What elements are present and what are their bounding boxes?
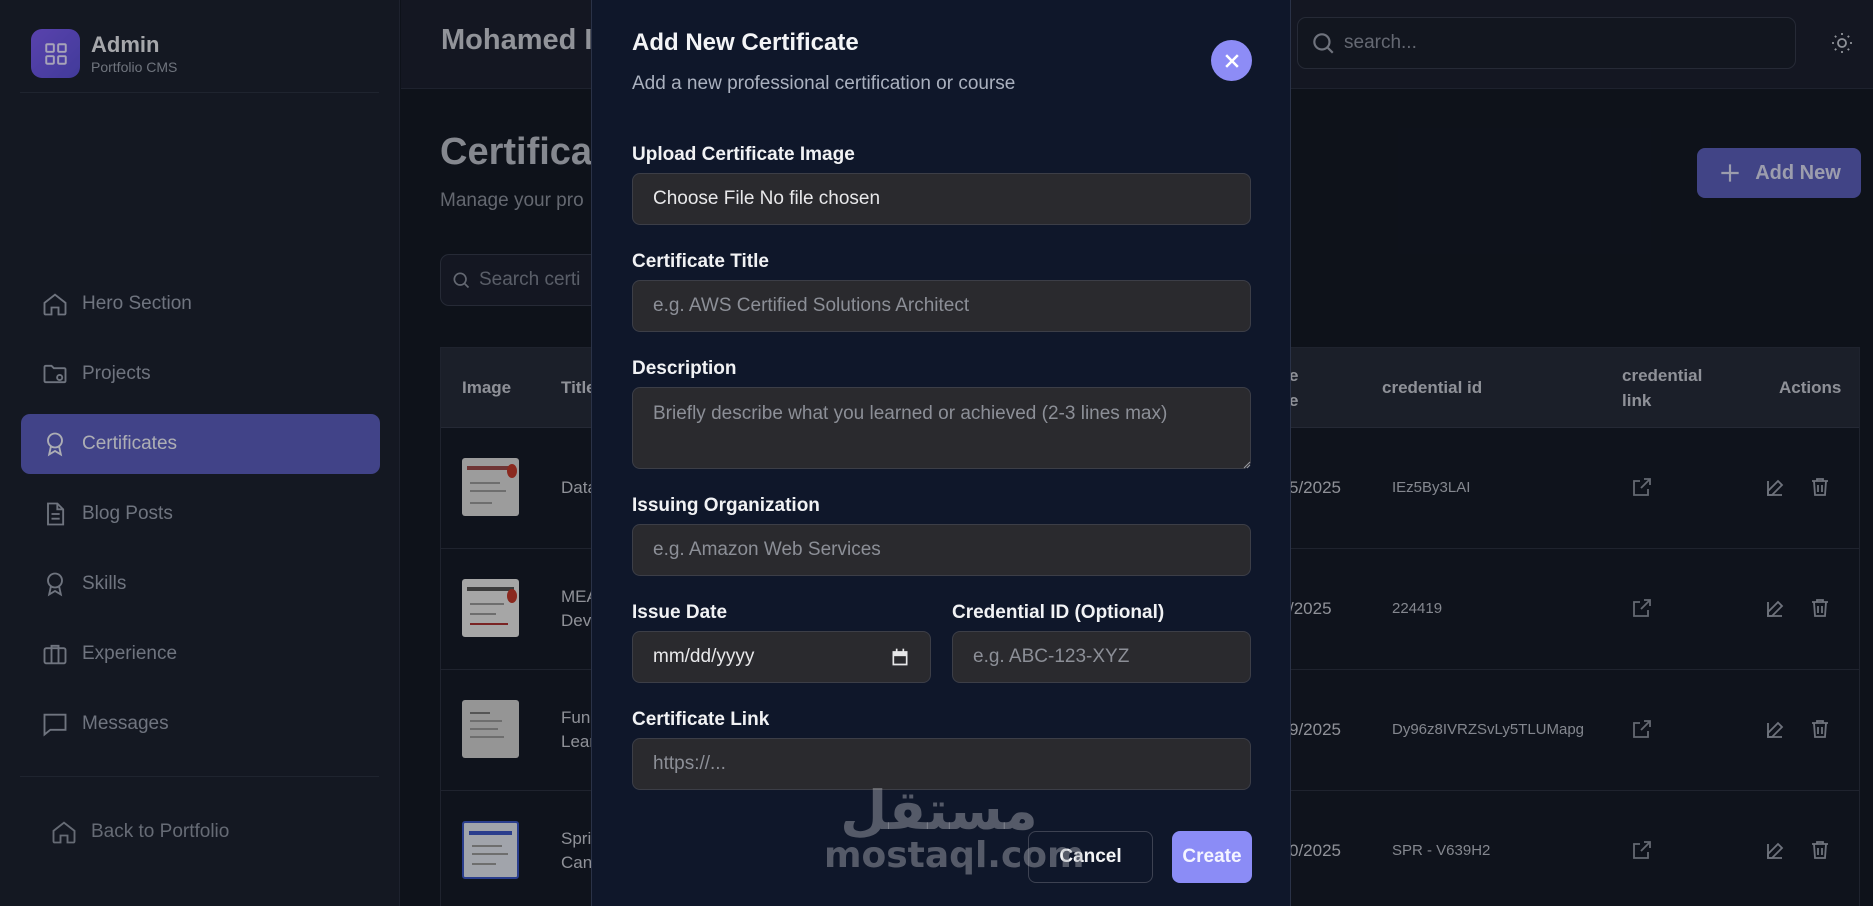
close-button[interactable]: [1211, 40, 1252, 81]
organization-input[interactable]: [632, 524, 1251, 576]
create-button[interactable]: Create: [1172, 831, 1252, 883]
cancel-button[interactable]: Cancel: [1028, 831, 1153, 883]
issue-date-input[interactable]: mm/dd/yyyy: [632, 631, 931, 683]
organization-label: Issuing Organization: [632, 495, 820, 516]
resize-grip-icon[interactable]: [1241, 459, 1251, 469]
issue-date-label: Issue Date: [632, 602, 728, 623]
certificate-link-input[interactable]: [632, 738, 1251, 790]
add-certificate-modal: Add New Certificate Add a new profession…: [591, 0, 1291, 906]
description-textarea[interactable]: [632, 387, 1251, 469]
issue-date-value: mm/dd/yyyy: [653, 646, 755, 667]
modal-subtitle: Add a new professional certification or …: [632, 73, 1016, 94]
credential-id-input[interactable]: [952, 631, 1251, 683]
certificate-title-input[interactable]: [632, 280, 1251, 332]
calendar-icon[interactable]: [890, 647, 910, 667]
certificate-link-label: Certificate Link: [632, 709, 770, 730]
modal-title: Add New Certificate: [632, 29, 859, 56]
upload-label: Upload Certificate Image: [632, 144, 855, 165]
credential-id-label: Credential ID (Optional): [952, 602, 1165, 623]
description-label: Description: [632, 358, 737, 379]
certificate-title-label: Certificate Title: [632, 251, 769, 272]
file-upload-input[interactable]: Choose File No file chosen: [632, 173, 1251, 225]
file-upload-value: Choose File No file chosen: [653, 188, 881, 209]
close-icon: [1224, 53, 1239, 68]
